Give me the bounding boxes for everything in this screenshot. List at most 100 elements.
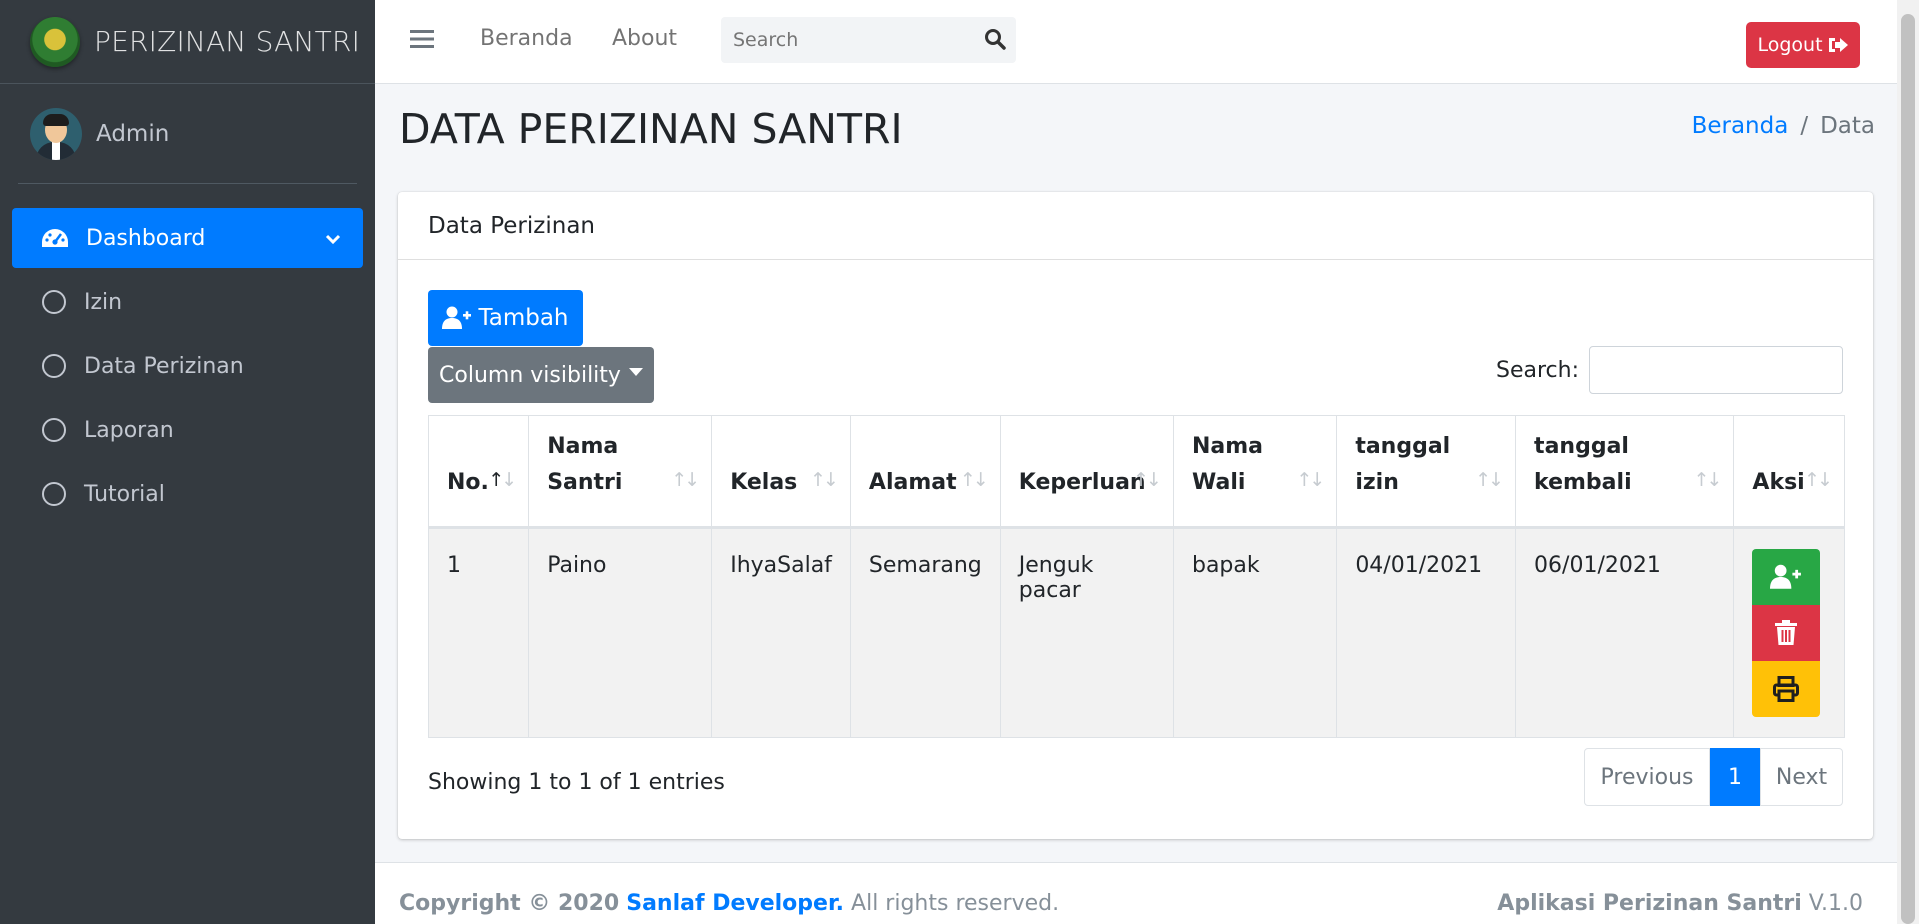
copyright-text: Copyright © 2020 [399,891,620,916]
table-info: Showing 1 to 1 of 1 entries [428,770,725,795]
sidebar-item-izin[interactable]: Izin [12,272,363,332]
sort-icon: ↑↓ [1804,469,1833,491]
table-header-row: No. ↑↓ Nama Santri ↑↓ Kelas ↑↓ Alamat ↑↓ Kepe… [427,415,1845,529]
tachometer-icon [40,227,70,249]
table-search: Search: [1496,346,1843,394]
footer: Copyright © 2020 Sanlaf Developer. All r… [375,862,1919,924]
table-row: 1 Paino IhyaSalaf Semarang Jenguk pacar … [427,527,1845,738]
cell-keperluan: Jenguk pacar [999,527,1174,738]
column-header-aksi[interactable]: Aksi ↑↓ [1733,415,1845,529]
sidebar-item-label: Izin [84,289,123,315]
sort-icon: ↑↓ [671,469,700,491]
sort-icon: ↑↓ [810,469,839,491]
navbar-search [721,17,1016,63]
add-button-label: Tambah [478,305,569,331]
sidebar-item-label: Tutorial [84,481,165,507]
breadcrumb: Beranda / Data [1692,113,1875,139]
column-header-tanggal-izin[interactable]: tanggal izin ↑↓ [1336,415,1517,529]
scrollbar-thumb[interactable] [1901,14,1915,924]
column-header-nama-santri[interactable]: Nama Santri ↑↓ [528,415,713,529]
sidebar-item-label: Dashboard [86,225,206,251]
cell-aksi [1733,527,1845,738]
sort-icon: ↑↓ [1133,469,1162,491]
cell-alamat: Semarang [849,527,1001,738]
sort-icon: ↑↓ [959,469,989,491]
column-header-kelas[interactable]: Kelas ↑↓ [711,415,851,529]
chevron-down-icon [325,226,341,251]
app-version: V.1.0 [1808,891,1863,916]
nav-link-about[interactable]: About [612,26,677,51]
sidebar-item-label: Laporan [84,417,174,443]
sidebar-item-data-perizinan[interactable]: Data Perizinan [12,336,363,396]
breadcrumb-home-link[interactable]: Beranda [1692,113,1789,139]
sort-icon: ↑↓ [1296,469,1325,491]
sort-icon: ↑↓ [488,469,517,491]
brand-link[interactable]: PERIZINAN SANTRI [0,0,375,84]
cell-no: 1 [427,527,530,738]
cell-tanggal-kembali: 06/01/2021 [1515,527,1735,738]
sidebar-item-laporan[interactable]: Laporan [12,400,363,460]
print-icon [1773,676,1800,702]
column-header-keperluan[interactable]: Keperluan ↑↓ [999,415,1174,529]
cell-tanggal-izin: 04/01/2021 [1336,527,1517,738]
breadcrumb-current: Data [1820,113,1875,139]
brand-title: PERIZINAN SANTRI [94,25,361,58]
column-header-tanggal-kembali[interactable]: tanggal kembali ↑↓ [1515,415,1735,529]
delete-button[interactable] [1752,605,1821,661]
brand-logo [30,16,80,67]
sidebar-item-label: Data Perizinan [84,353,244,379]
column-header-nama-wali[interactable]: Nama Wali ↑↓ [1172,415,1338,529]
top-navbar: Beranda About Logout [375,0,1919,84]
user-plus-icon [1770,564,1802,590]
circle-icon [42,418,66,442]
pagination: Previous 1 Next [1584,748,1843,806]
column-visibility-label: Column visibility [439,362,621,388]
hamburger-menu-icon[interactable] [410,28,434,54]
table-search-label: Search: [1496,357,1579,383]
avatar[interactable] [30,107,82,160]
table-search-input[interactable] [1589,346,1843,394]
logout-button[interactable]: Logout [1746,22,1860,68]
developer-link[interactable]: Sanlaf Developer. [626,891,844,916]
print-button[interactable] [1752,661,1821,717]
app-name: Aplikasi Perizinan Santri [1497,891,1802,916]
edit-button[interactable] [1752,549,1821,605]
user-panel: Admin [18,84,357,184]
data-table: No. ↑↓ Nama Santri ↑↓ Kelas ↑↓ Alamat ↑↓ Kepe… [427,415,1845,738]
pagination-previous[interactable]: Previous [1584,748,1710,806]
sidebar-item-tutorial[interactable]: Tutorial [12,464,363,524]
user-plus-icon [442,306,472,330]
column-header-alamat[interactable]: Alamat ↑↓ [849,415,1001,529]
column-visibility-button[interactable]: Column visibility [428,347,654,403]
footer-copyright: Copyright © 2020 Sanlaf Developer. All r… [399,891,1059,916]
user-name[interactable]: Admin [96,121,169,147]
page-title: DATA PERIZINAN SANTRI [399,105,903,153]
sort-icon: ↑↓ [1693,469,1723,491]
breadcrumb-separator: / [1800,113,1809,139]
cell-nama-wali: bapak [1172,527,1338,738]
sort-icon: ↑↓ [1475,469,1504,491]
logout-label: Logout [1757,34,1823,56]
navbar-search-input[interactable] [721,17,961,63]
card-title: Data Perizinan [398,192,1873,260]
nav-link-beranda[interactable]: Beranda [480,26,573,51]
search-icon[interactable] [984,28,1006,54]
trash-icon [1775,620,1798,646]
sign-out-icon [1827,36,1849,54]
pagination-next[interactable]: Next [1760,748,1843,806]
circle-icon [42,482,66,506]
sidebar: PERIZINAN SANTRI Admin Dashboard Izin Da… [0,0,375,924]
column-header-no[interactable]: No. ↑↓ [427,415,530,529]
page-scrollbar[interactable] [1897,0,1919,924]
data-card: Data Perizinan Tambah Column visibility … [398,192,1873,839]
cell-nama-santri: Paino [528,527,713,738]
sidebar-item-dashboard[interactable]: Dashboard [12,208,363,268]
rights-text: All rights reserved. [851,891,1060,916]
cell-kelas: IhyaSalaf [711,527,851,738]
circle-icon [42,290,66,314]
caret-down-icon [628,368,643,376]
pagination-page-1[interactable]: 1 [1710,748,1760,806]
add-button[interactable]: Tambah [428,290,583,346]
footer-version: Aplikasi Perizinan Santri V.1.0 [1497,891,1863,916]
sidebar-nav: Dashboard Izin Data Perizinan Laporan Tu… [0,184,375,524]
